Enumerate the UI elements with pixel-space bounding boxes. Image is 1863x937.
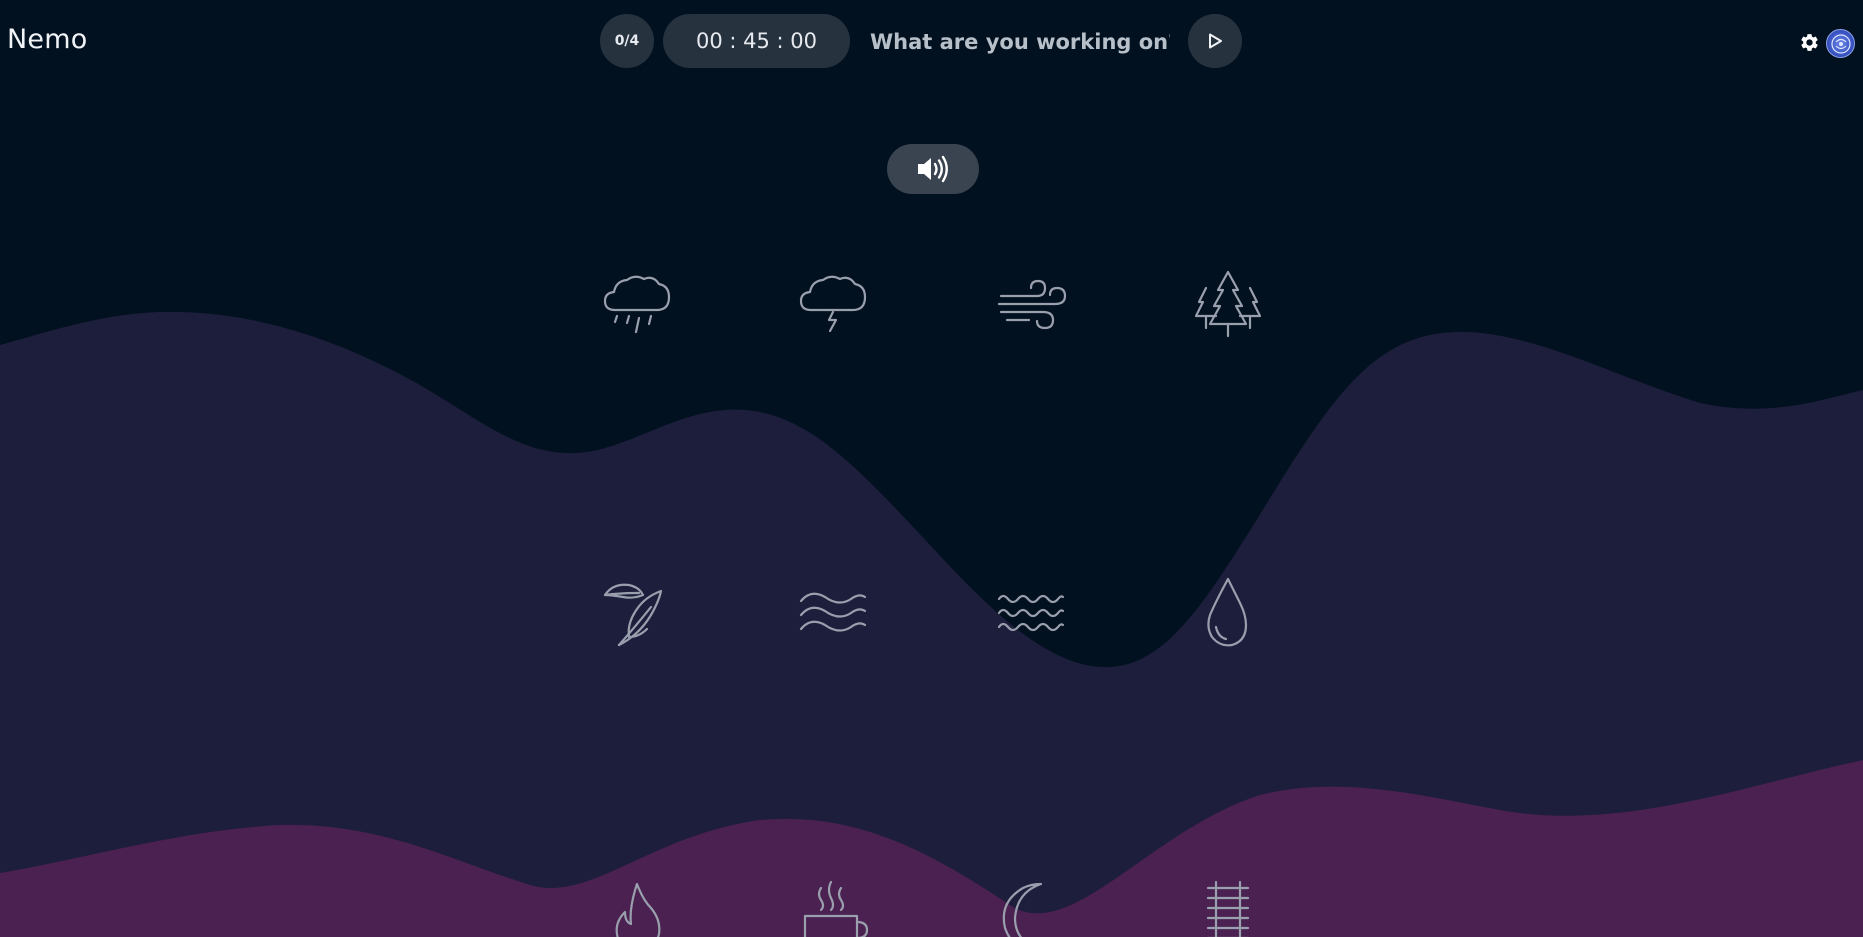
task-input[interactable] [862,20,1170,64]
avatar[interactable] [1826,29,1855,58]
sound-train[interactable] [1188,876,1268,937]
sound-stream[interactable] [793,573,873,653]
sound-wind[interactable] [991,264,1071,344]
gear-icon[interactable] [1799,32,1820,53]
moon-icon [1002,882,1043,937]
timer-display[interactable]: 00 : 45 : 00 [663,14,850,68]
app-stage: Nemo 0/4 00 : 45 : 00 [0,0,1863,937]
session-count-button[interactable]: 0/4 [600,14,654,68]
sound-forest[interactable] [1188,264,1268,344]
forest-icon [1194,270,1262,338]
sound-ocean[interactable] [991,573,1071,653]
volume-up-icon [918,155,948,183]
coffee-cup-icon [803,880,869,937]
sound-drip[interactable] [1188,573,1268,653]
background-waves [0,311,1863,937]
thunder-cloud-icon [799,275,867,333]
ocean-icon [997,594,1065,632]
sound-thunder[interactable] [793,264,873,344]
train-tracks-icon [1206,880,1250,937]
fire-icon [615,882,661,937]
leaf-icon [603,583,663,647]
sound-night[interactable] [991,876,1071,937]
app-title: Nemo [7,24,88,55]
volume-button[interactable] [887,144,979,194]
sound-fire[interactable] [597,876,677,937]
top-bar: Nemo 0/4 00 : 45 : 00 [0,0,1863,84]
avatar-icon [1830,33,1851,54]
play-icon [1209,33,1222,49]
waves-icon [799,592,867,632]
sound-cafe[interactable] [793,876,873,937]
wind-icon [997,279,1067,330]
sound-leaves[interactable] [597,573,677,653]
sound-rain[interactable] [597,264,677,344]
water-drop-icon [1207,577,1248,647]
rain-cloud-icon [603,275,671,334]
play-button[interactable] [1188,14,1242,68]
